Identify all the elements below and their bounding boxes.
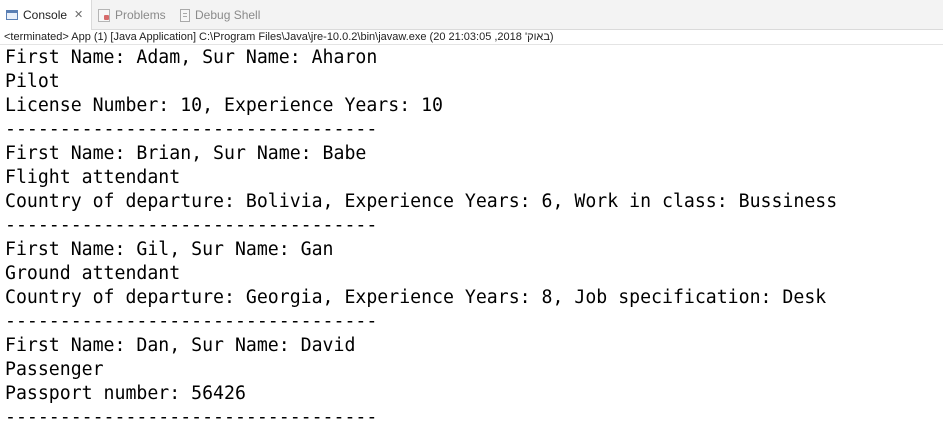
console-icon xyxy=(6,10,18,20)
console-line: Ground attendant xyxy=(5,263,181,284)
console-line: First Name: Brian, Sur Name: Babe xyxy=(5,143,367,164)
console-line: ---------------------------------- xyxy=(5,119,378,140)
view-tab-bar: Console ✕ Problems Debug Shell xyxy=(0,0,943,30)
console-line: ---------------------------------- xyxy=(5,311,378,332)
console-line: Flight attendant xyxy=(5,167,181,188)
tab-console-label: Console xyxy=(23,8,68,22)
tab-debug-shell-label: Debug Shell xyxy=(195,8,261,22)
console-line: First Name: Dan, Sur Name: David xyxy=(5,335,356,356)
console-line: Pilot xyxy=(5,71,60,92)
console-line: Passenger xyxy=(5,359,104,380)
problems-icon xyxy=(98,8,110,22)
console-line: First Name: Gil, Sur Name: Gan xyxy=(5,239,334,260)
tab-problems[interactable]: Problems xyxy=(98,4,166,26)
console-line: License Number: 10, Experience Years: 10 xyxy=(5,95,443,116)
tab-console[interactable]: Console ✕ xyxy=(0,0,92,30)
process-status-line: <terminated> App (1) [Java Application] … xyxy=(0,30,943,45)
tab-debug-shell[interactable]: Debug Shell xyxy=(180,4,260,26)
tab-problems-label: Problems xyxy=(115,8,166,22)
console-output[interactable]: First Name: Adam, Sur Name: Aharon Pilot… xyxy=(5,46,941,440)
close-icon[interactable]: ✕ xyxy=(74,9,83,21)
console-line: Country of departure: Bolivia, Experienc… xyxy=(5,191,838,212)
console-line: ---------------------------------- xyxy=(5,407,378,428)
debug-shell-icon xyxy=(180,8,190,22)
console-line: First Name: Adam, Sur Name: Aharon xyxy=(5,47,378,68)
console-line: Passport number: 56426 xyxy=(5,383,246,404)
console-line: ---------------------------------- xyxy=(5,215,378,236)
console-line: Country of departure: Georgia, Experienc… xyxy=(5,287,827,308)
